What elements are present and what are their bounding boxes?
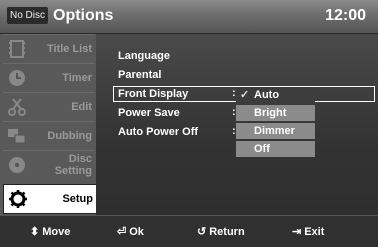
footer-return: ↺ Return: [197, 225, 245, 239]
enter-icon: ⏎: [117, 226, 127, 238]
footer-bar: ⬍ Move ⏎ Ok ↺ Return ⇥ Exit: [0, 215, 378, 247]
sidebar-item-label: Dubbing: [47, 130, 92, 142]
sidebar-item-timer[interactable]: Timer: [3, 63, 95, 92]
disc-icon: [9, 157, 25, 173]
sidebar-item-title-list[interactable]: Title List: [3, 34, 95, 63]
menu-item-auto-power-off[interactable]: Auto Power Off: [118, 124, 198, 140]
dropdown-option-off[interactable]: Off: [236, 141, 315, 157]
sidebar-item-setup[interactable]: Setup: [3, 184, 97, 214]
sidebar-item-label: Timer: [62, 72, 92, 84]
menu-item-parental[interactable]: Parental: [118, 67, 161, 83]
front-display-dropdown: ✓ Auto Bright Dimmer Off: [236, 87, 315, 159]
setup-menu: Language Parental Front Display : Power …: [96, 34, 378, 215]
footer-ok-label: Ok: [129, 226, 144, 238]
title-bar: No Disc Options 12:00: [0, 0, 378, 34]
sidebar-item-label-line2: Setting: [54, 165, 92, 177]
return-icon: ↺: [197, 226, 207, 238]
dropdown-option-label: Bright: [254, 107, 287, 119]
film-icon: [9, 40, 25, 58]
sidebar-item-label: Disc: [68, 153, 92, 165]
clock-icon: [9, 70, 25, 86]
dropdown-option-label: Auto: [254, 89, 280, 101]
options-screen: No Disc Options 12:00 Title List Timer E…: [0, 0, 378, 247]
no-disc-badge: No Disc: [7, 7, 49, 24]
sidebar-item-label: Edit: [71, 101, 92, 113]
dropdown-option-dimmer[interactable]: Dimmer: [236, 123, 315, 139]
sidebar-item-dubbing[interactable]: Dubbing: [3, 121, 95, 150]
sidebar-item-label: Setup: [62, 193, 93, 205]
footer-exit: ⇥ Exit: [292, 225, 324, 239]
dubbing-icon: [8, 129, 26, 144]
menu-item-front-display[interactable]: Front Display: [118, 86, 188, 102]
dropdown-option-auto[interactable]: ✓ Auto: [236, 87, 315, 103]
footer-return-label: Return: [209, 226, 245, 238]
sidebar-item-edit[interactable]: Edit: [3, 92, 95, 121]
page-title: Options: [53, 7, 114, 24]
dropdown-option-bright[interactable]: Bright: [236, 105, 315, 121]
menu-item-language[interactable]: Language: [118, 48, 170, 64]
sidebar-item-label: Title List: [46, 43, 92, 55]
dropdown-option-label: Dimmer: [254, 125, 295, 137]
dropdown-option-label: Off: [254, 143, 270, 155]
sidebar-item-disc-setting[interactable]: Disc Setting: [3, 150, 95, 179]
gear-icon: [9, 190, 27, 208]
footer-move: ⬍ Move: [30, 225, 70, 239]
menu-item-power-save[interactable]: Power Save: [118, 105, 180, 121]
footer-exit-label: Exit: [304, 226, 325, 238]
move-arrows-icon: ⬍: [30, 226, 40, 238]
footer-move-label: Move: [42, 226, 71, 238]
sidebar: Title List Timer Edit Dubbing Disc Setti…: [0, 34, 97, 215]
exit-icon: ⇥: [292, 226, 302, 238]
clock-display: 12:00: [325, 7, 366, 24]
scissors-icon: [8, 98, 26, 116]
check-icon: ✓: [240, 89, 250, 101]
footer-ok: ⏎ Ok: [117, 225, 144, 239]
